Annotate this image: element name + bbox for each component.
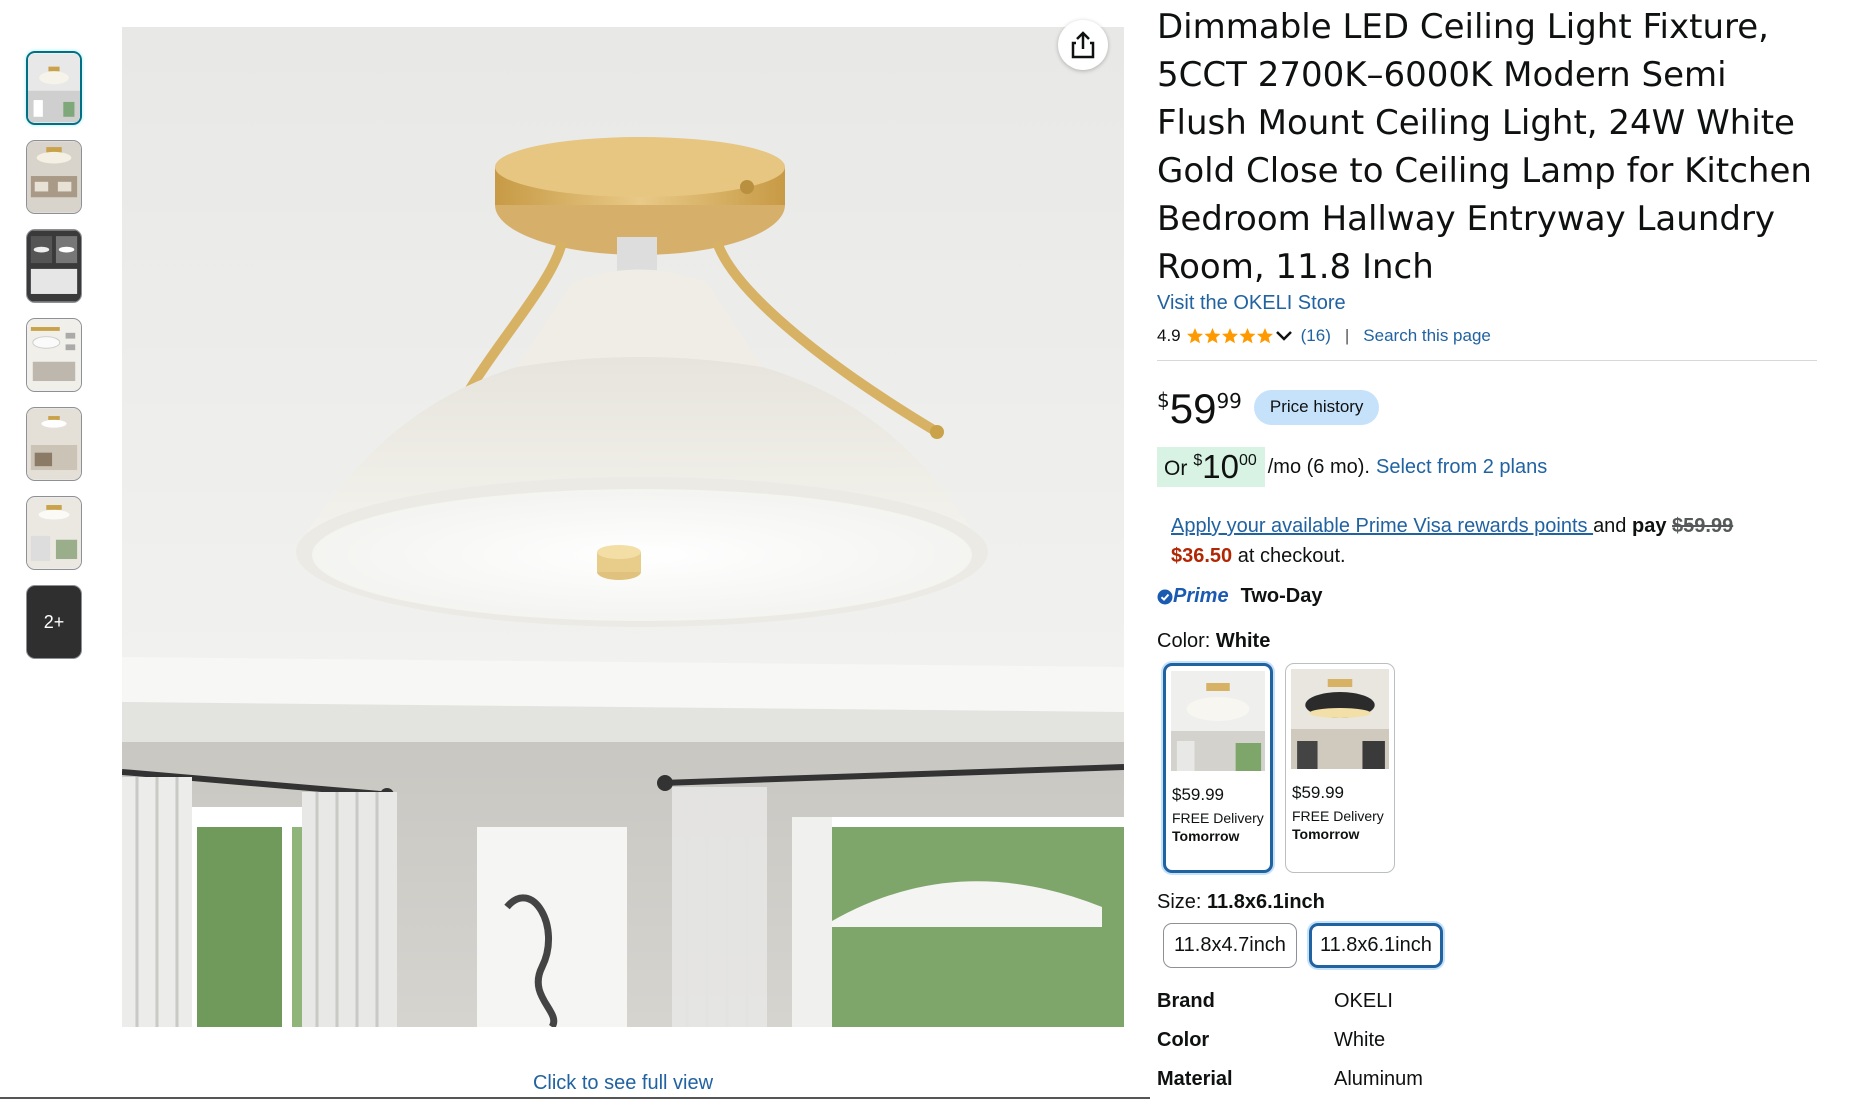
product-details-panel: Dimmable LED Ceiling Light Fixture, 5CCT… bbox=[1157, 0, 1817, 1107]
color-swatch-white[interactable]: $59.99 FREE Delivery Tomorrow bbox=[1163, 663, 1273, 873]
share-button[interactable] bbox=[1058, 20, 1108, 70]
prime-logo-text: Prime bbox=[1173, 585, 1229, 607]
thumbnail-1-image bbox=[28, 53, 80, 123]
visa-pay: pay bbox=[1632, 515, 1667, 537]
full-view-link[interactable]: Click to see full view bbox=[122, 1072, 1124, 1095]
color-swatches: $59.99 FREE Delivery Tomorrow $59.99 FRE… bbox=[1157, 663, 1817, 873]
main-product-image[interactable] bbox=[122, 27, 1124, 1027]
thumbnail-more[interactable]: 2+ bbox=[26, 585, 82, 659]
prime-delivery-speed: Two-Day bbox=[1240, 585, 1323, 607]
swatch-white-image bbox=[1171, 671, 1265, 771]
thumbnail-2[interactable] bbox=[26, 140, 82, 214]
color-selected-value: White bbox=[1215, 630, 1271, 652]
color-swatch-black[interactable]: $59.99 FREE Delivery Tomorrow bbox=[1285, 663, 1395, 873]
spec-value: Aluminum bbox=[1334, 1068, 1423, 1090]
color-label-text: Color: bbox=[1157, 630, 1216, 652]
visa-new-price: $36.50 bbox=[1171, 545, 1233, 567]
thumbnail-3[interactable] bbox=[26, 229, 82, 303]
black-lamp-thumb bbox=[1291, 669, 1389, 769]
monthly-payment-row: Or $ 10 00 /mo (6 mo). Select from 2 pla… bbox=[1157, 447, 1817, 487]
product-specs: Brand OKELI Color White Material Aluminu… bbox=[1157, 990, 1817, 1107]
swatch-black-price: $59.99 bbox=[1292, 783, 1344, 802]
thumbnail-1[interactable] bbox=[26, 51, 82, 125]
spec-row-brand: Brand OKELI bbox=[1157, 990, 1817, 1029]
section-divider bbox=[1157, 360, 1817, 361]
price-row: $ 59 99 Price history bbox=[1157, 387, 1817, 433]
prime-logo: Prime bbox=[1157, 585, 1229, 608]
monthly-price-badge: Or $ 10 00 bbox=[1157, 447, 1265, 487]
swatch-white-when: Tomorrow bbox=[1172, 828, 1240, 844]
monthly-term: /mo (6 mo). bbox=[1267, 455, 1370, 478]
spec-key: Brand bbox=[1157, 990, 1215, 1012]
rating-count-link[interactable]: (16) bbox=[1301, 326, 1331, 346]
prime-check-icon bbox=[1157, 589, 1173, 604]
price-fraction: 99 bbox=[1216, 389, 1242, 413]
price-whole: 59 bbox=[1169, 385, 1217, 432]
thumbnail-4[interactable] bbox=[26, 318, 82, 392]
star-icons bbox=[1186, 328, 1273, 344]
thumbnail-3-image bbox=[27, 230, 81, 302]
visa-old-price: $59.99 bbox=[1672, 515, 1734, 537]
size-options: 11.8x4.7inch 11.8x6.1inch bbox=[1157, 923, 1817, 968]
product-title: Dimmable LED Ceiling Light Fixture, 5CCT… bbox=[1157, 7, 1812, 287]
price-history-button[interactable]: Price history bbox=[1253, 390, 1380, 425]
prime-delivery-row: Prime Two-Day bbox=[1157, 585, 1817, 608]
spec-row-material: Material Aluminum bbox=[1157, 1068, 1817, 1107]
ceiling-light-photo bbox=[122, 27, 1124, 1027]
spec-value: OKELI bbox=[1334, 990, 1393, 1012]
size-label: Size: 11.8x6.1inch bbox=[1157, 891, 1817, 914]
thumbnail-6[interactable] bbox=[26, 496, 82, 570]
size-option-6-1[interactable]: 11.8x6.1inch bbox=[1308, 923, 1443, 968]
chevron-down-icon bbox=[1275, 331, 1292, 341]
rating-value: 4.9 bbox=[1157, 326, 1181, 345]
spec-row-color: Color White bbox=[1157, 1029, 1817, 1068]
monthly-whole: 10 bbox=[1202, 448, 1239, 485]
spec-key: Color bbox=[1157, 1029, 1210, 1051]
rating-stars[interactable] bbox=[1186, 327, 1294, 345]
monthly-fraction: 00 bbox=[1238, 452, 1257, 469]
prime-visa-link[interactable]: Apply your available Prime Visa rewards … bbox=[1171, 515, 1593, 537]
thumbnail-2-image bbox=[27, 141, 81, 213]
thumbnail-6-image bbox=[27, 497, 81, 569]
bottom-divider bbox=[0, 1097, 1150, 1099]
size-label-text: Size: bbox=[1157, 891, 1208, 913]
prime-visa-offer: Apply your available Prime Visa rewards … bbox=[1171, 511, 1817, 571]
spec-key: Material bbox=[1157, 1068, 1233, 1090]
swatch-white-price: $59.99 bbox=[1172, 785, 1224, 804]
white-lamp-thumb bbox=[1171, 671, 1265, 771]
swatch-black-delivery: FREE Delivery bbox=[1292, 808, 1384, 824]
swatch-black-image bbox=[1291, 669, 1389, 769]
share-icon bbox=[1071, 31, 1095, 59]
thumbnail-more-label: 2+ bbox=[43, 611, 65, 632]
size-option-4-7[interactable]: 11.8x4.7inch bbox=[1163, 923, 1297, 968]
color-label: Color: White bbox=[1157, 630, 1817, 653]
monthly-symbol: $ bbox=[1193, 452, 1203, 469]
visa-checkout: at checkout. bbox=[1232, 545, 1346, 567]
rating-separator: | bbox=[1344, 326, 1350, 345]
price-symbol: $ bbox=[1157, 388, 1170, 412]
thumbnail-list: 2+ bbox=[26, 51, 86, 674]
swatch-white-delivery: FREE Delivery bbox=[1172, 810, 1264, 826]
select-plans-link[interactable]: Select from 2 plans bbox=[1376, 456, 1547, 479]
thumbnail-4-image bbox=[27, 319, 81, 391]
swatch-black-when: Tomorrow bbox=[1292, 826, 1360, 842]
spec-value: White bbox=[1334, 1029, 1386, 1051]
rating-row: 4.9 (16) | Search this page bbox=[1157, 325, 1817, 347]
visa-and: and bbox=[1593, 515, 1632, 537]
search-page-link[interactable]: Search this page bbox=[1363, 326, 1491, 346]
size-selected-value: 11.8x6.1inch bbox=[1207, 891, 1325, 913]
thumbnail-5-image bbox=[27, 408, 81, 480]
thumbnail-5[interactable] bbox=[26, 407, 82, 481]
monthly-or: Or bbox=[1164, 457, 1188, 480]
store-link[interactable]: Visit the OKELI Store bbox=[1157, 292, 1346, 315]
